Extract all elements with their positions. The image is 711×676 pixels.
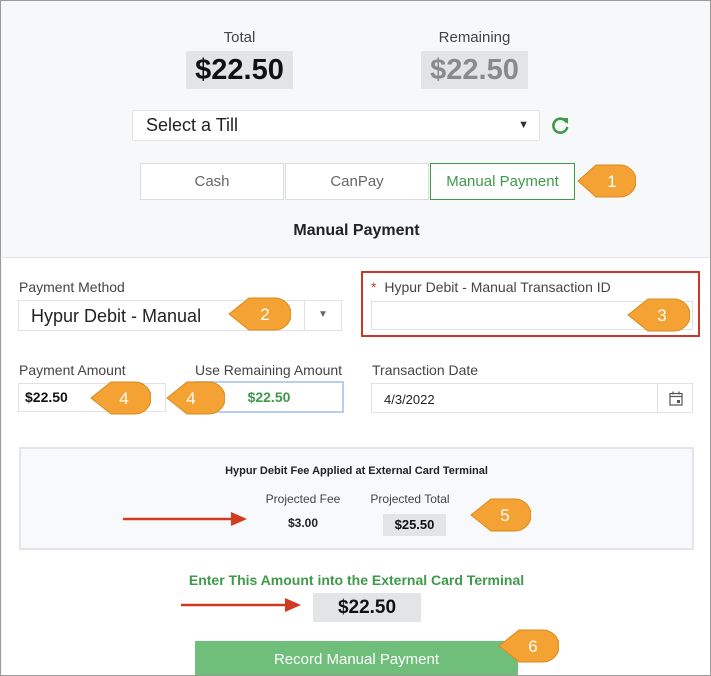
callout-number: 4 [119, 389, 128, 408]
arrow-right-icon [181, 598, 301, 612]
payment-method-label: Payment Method [19, 279, 125, 295]
callout-badge-4: 4 [90, 381, 151, 415]
refresh-icon[interactable] [549, 115, 571, 137]
payment-amount-label: Payment Amount [19, 362, 126, 378]
select-divider [304, 301, 305, 330]
calendar-icon[interactable] [669, 391, 683, 406]
total-label: Total [223, 29, 256, 46]
terminal-instruction: Enter This Amount into the External Card… [188, 572, 525, 588]
transaction-id-label: * Hypur Debit - Manual Transaction ID [371, 279, 611, 295]
date-divider [657, 384, 658, 412]
till-select[interactable]: Select a Till ▼ [132, 110, 540, 141]
terminal-amount: $22.50 [313, 593, 421, 622]
transaction-date-value: 4/3/2022 [384, 392, 435, 407]
callout-number: 3 [657, 306, 666, 325]
projected-total-label: Projected Total [370, 492, 450, 506]
total-value: $22.50 [186, 51, 293, 89]
callout-number: 1 [607, 172, 616, 191]
remaining-label: Remaining [438, 29, 511, 46]
callout-number: 2 [260, 305, 269, 324]
tab-manual-payment[interactable]: Manual Payment [430, 163, 575, 200]
callout-badge-2: 2 [228, 297, 291, 331]
record-manual-payment-button[interactable]: Record Manual Payment [195, 641, 518, 675]
section-title: Manual Payment [293, 222, 420, 239]
chevron-down-icon: ▼ [518, 119, 529, 131]
use-remaining-label: Use Remaining Amount [195, 362, 343, 378]
projected-total-value: $25.50 [383, 514, 446, 536]
projected-fee-value: $3.00 [287, 516, 319, 530]
transaction-date-label: Transaction Date [372, 362, 479, 378]
callout-badge-1: 1 [577, 164, 636, 198]
payment-dialog: Total $22.50 Remaining $22.50 Select a T… [0, 0, 711, 676]
arrow-right-icon [123, 512, 247, 526]
till-select-value: Select a Till [146, 115, 239, 135]
transaction-id-label-text: Hypur Debit - Manual Transaction ID [384, 279, 611, 295]
callout-badge-5: 5 [470, 498, 531, 532]
tab-cash[interactable]: Cash [140, 163, 284, 200]
fee-title: Hypur Debit Fee Applied at External Card… [225, 465, 488, 477]
transaction-date-input[interactable]: 4/3/2022 [371, 383, 693, 413]
callout-number: 6 [528, 637, 537, 656]
remaining-value: $22.50 [421, 51, 528, 89]
tab-canpay[interactable]: CanPay [285, 163, 429, 200]
fee-panel [19, 447, 694, 550]
payment-method-select[interactable]: Hypur Debit - Manual ▼ [18, 300, 342, 331]
callout-badge-3: 3 [627, 298, 690, 332]
chevron-down-icon: ▼ [318, 309, 328, 320]
callout-number: 4 [186, 389, 195, 408]
callout-badge-4b: 4 [166, 381, 225, 415]
projected-fee-label: Projected Fee [265, 492, 341, 506]
callout-badge-6: 6 [498, 629, 559, 663]
required-mark: * [371, 279, 377, 295]
payment-method-value: Hypur Debit - Manual [31, 306, 202, 326]
callout-number: 5 [500, 506, 509, 525]
